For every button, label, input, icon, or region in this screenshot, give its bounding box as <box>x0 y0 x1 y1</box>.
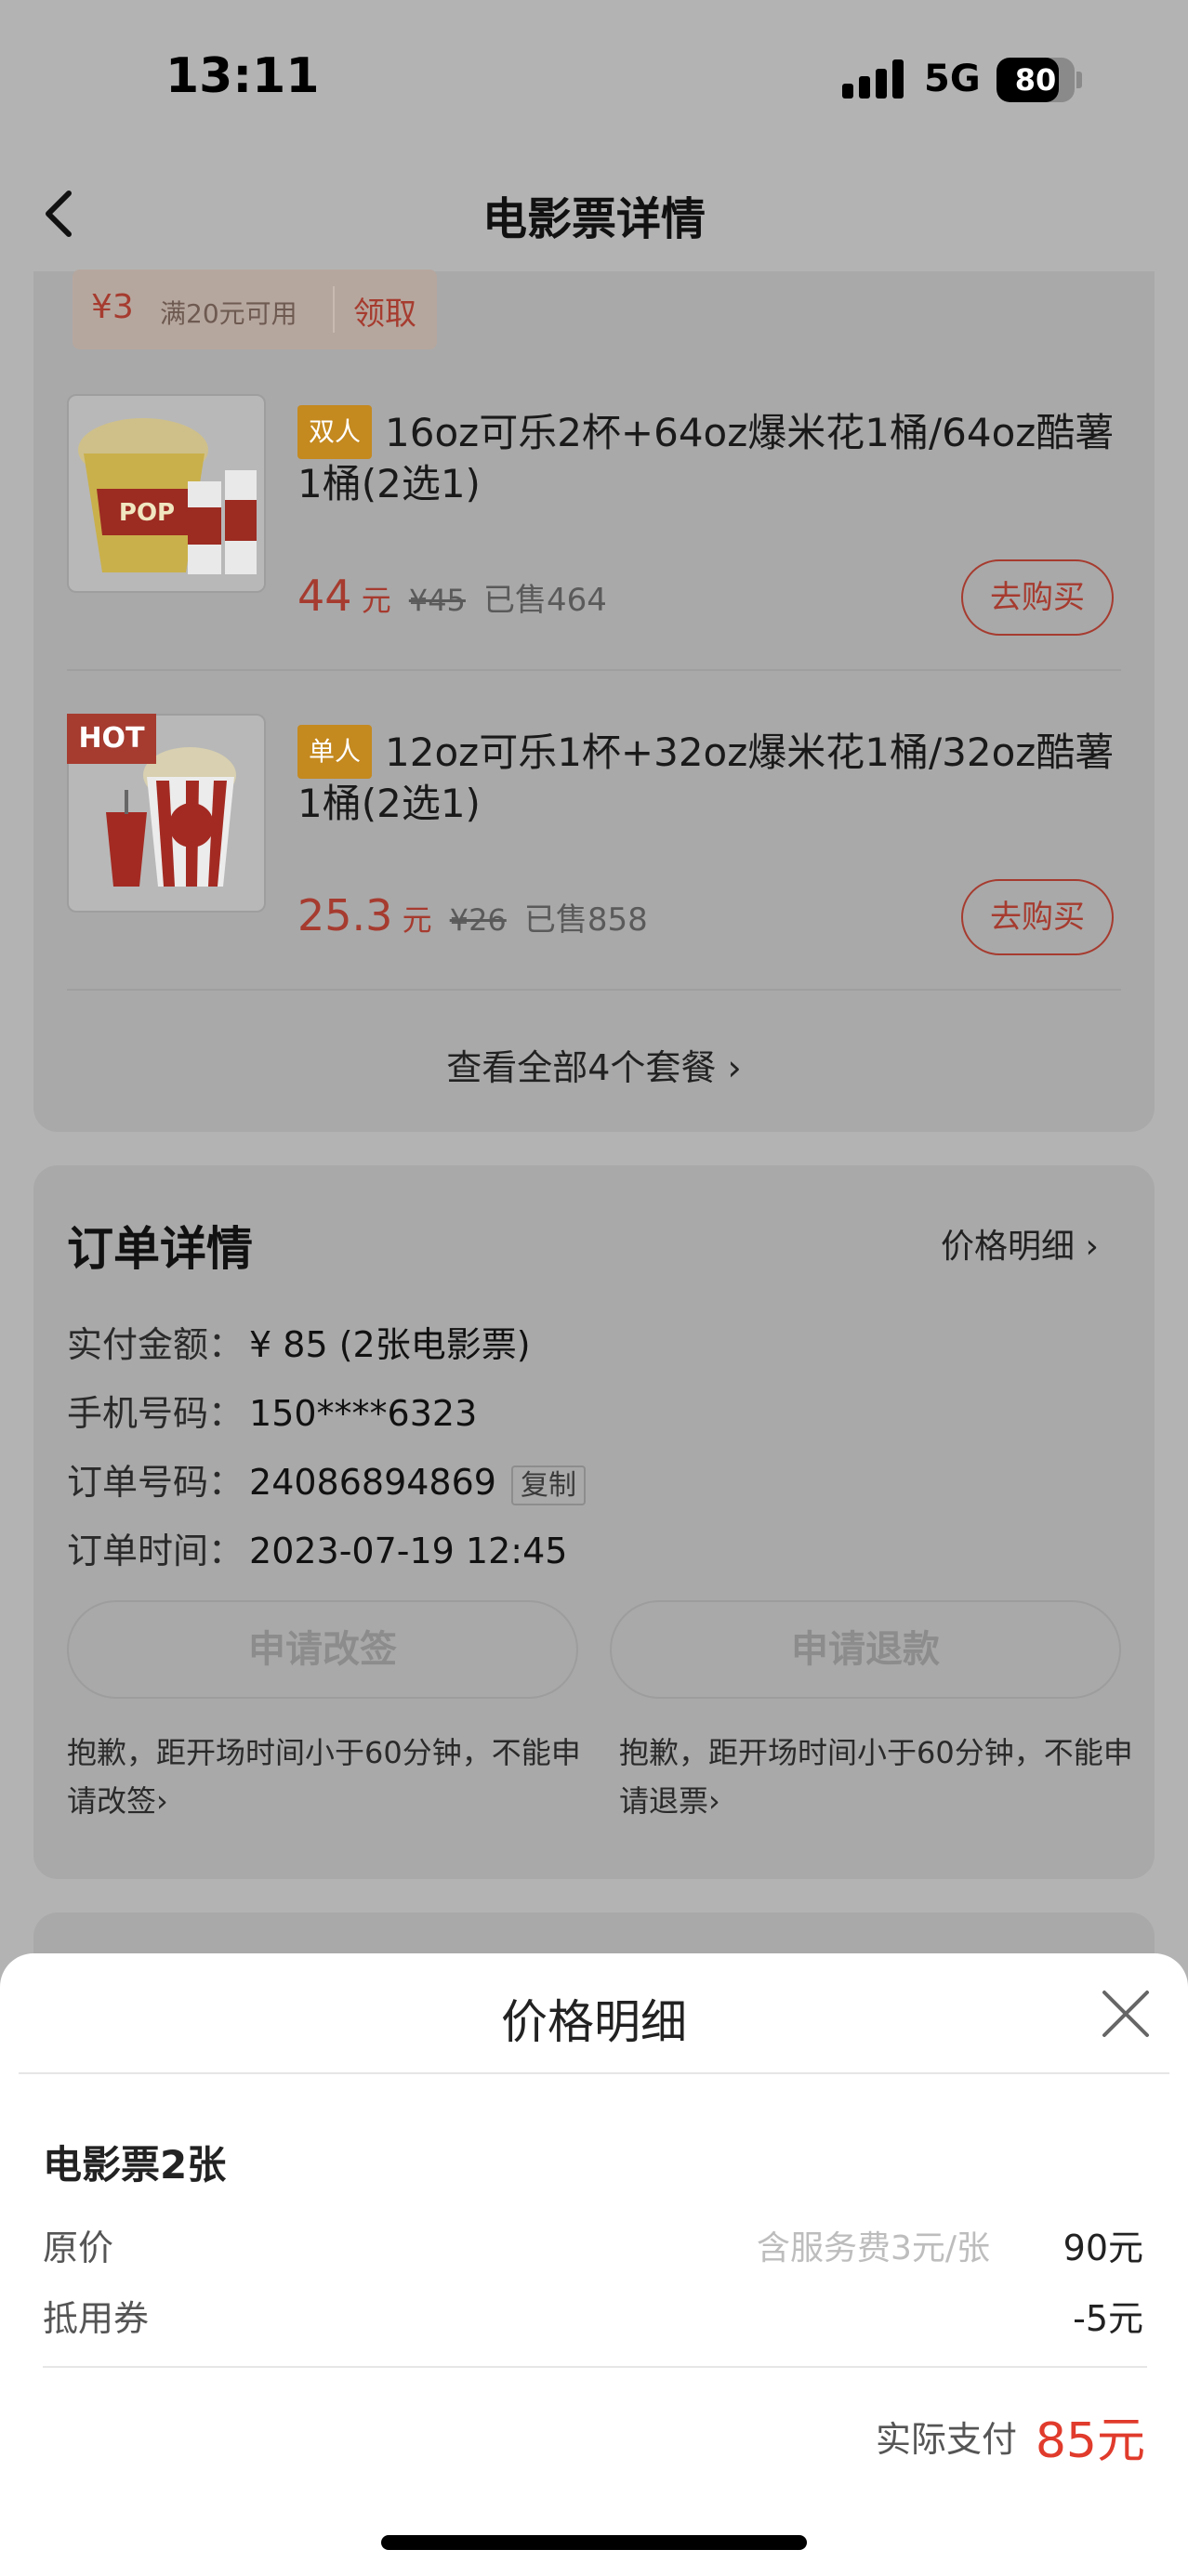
original-price-value: 90元 <box>1063 2228 1143 2268</box>
change-ticket-button[interactable]: 申请改签 <box>67 1600 578 1699</box>
coupon-chip[interactable]: ¥3 满20元可用 领取 <box>73 269 437 349</box>
signal-icon <box>842 59 904 99</box>
order-row: 手机号码： 150****6323 <box>67 1393 478 1434</box>
buy-button[interactable]: 去购买 <box>961 559 1114 636</box>
paid-amount: ¥ 85 (2张电影票) <box>249 1324 531 1365</box>
popcorn-double-icon: POP <box>78 418 257 574</box>
change-note[interactable]: 抱歉，距开场时间小于60分钟，不能申请改签› <box>67 1728 587 1825</box>
product-price: 44 元 <box>297 571 391 621</box>
product-price-row: 44 元 ¥45 已售464 <box>297 571 607 621</box>
order-row: 订单号码： 24086894869 复制 <box>67 1453 586 1505</box>
phone-number: 150****6323 <box>249 1393 478 1434</box>
battery-icon: 80 <box>997 58 1082 102</box>
order-time: 2023-07-19 12:45 <box>249 1531 568 1571</box>
divider <box>19 2072 1169 2074</box>
order-title: 订单详情 <box>67 1222 253 1276</box>
product-tag: 双人 <box>297 405 373 459</box>
product-name: 双人 16oz可乐2杯+64oz爆米花1桶/64oz酷薯1桶(2选1) <box>297 405 1115 509</box>
divider <box>43 2366 1147 2368</box>
home-indicator[interactable] <box>381 2535 807 2550</box>
order-number: 24086894869 <box>249 1462 496 1503</box>
coupon-amount: ¥3 <box>91 288 134 326</box>
service-fee-hint: 含服务费3元/张 <box>757 2229 991 2267</box>
divider <box>67 989 1121 991</box>
product-name: 单人 12oz可乐1杯+32oz爆米花1桶/32oz酷薯1桶(2选1) <box>297 725 1115 829</box>
status-time: 13:11 <box>165 48 320 104</box>
coupon-label: 抵用券 <box>43 2298 150 2339</box>
order-row: 订单时间： 2023-07-19 12:45 <box>67 1531 568 1571</box>
product-image[interactable]: POP <box>67 394 266 593</box>
chevron-right-icon: › <box>1085 1228 1099 1266</box>
product-price: 25.3 元 <box>297 890 432 940</box>
refund-note[interactable]: 抱歉，距开场时间小于60分钟，不能申请退票› <box>619 1728 1140 1825</box>
divider <box>67 669 1121 671</box>
buy-button[interactable]: 去购买 <box>961 879 1114 955</box>
close-icon <box>1102 1991 1149 2037</box>
sheet-title: 价格明细 <box>501 1995 687 2049</box>
original-price-label: 原价 <box>43 2228 114 2268</box>
close-button[interactable] <box>1099 1987 1153 2041</box>
battery-level: 80 <box>1014 62 1057 98</box>
view-all-packages[interactable]: 查看全部4个套餐 › <box>0 1039 1188 1090</box>
claim-coupon-button[interactable]: 领取 <box>353 288 416 334</box>
chevron-right-icon: › <box>727 1047 742 1088</box>
chevron-right-icon: › <box>708 1783 720 1819</box>
chevron-right-icon: › <box>156 1783 168 1819</box>
product-tag: 单人 <box>297 725 373 779</box>
svg-text:POP: POP <box>119 499 175 527</box>
product-price-row: 25.3 元 ¥26 已售858 <box>297 890 648 940</box>
actual-pay-value: 85元 <box>1035 2413 1145 2469</box>
product-sold: 已售858 <box>523 901 648 939</box>
product-old-price: ¥26 <box>449 902 507 938</box>
page-title: 电影票详情 <box>482 193 706 245</box>
coupon-value: -5元 <box>1073 2298 1143 2339</box>
refund-button[interactable]: 申请退款 <box>610 1600 1121 1699</box>
sheet-section-title: 电影票2张 <box>43 2142 227 2188</box>
product-old-price: ¥45 <box>408 583 466 618</box>
order-row: 实付金额： ¥ 85 (2张电影票) <box>67 1324 531 1365</box>
copy-button[interactable]: 复制 <box>510 1465 586 1505</box>
price-detail-link[interactable]: 价格明细 › <box>941 1219 1099 1268</box>
product-sold: 已售464 <box>483 582 607 619</box>
network-type: 5G <box>924 58 981 100</box>
hot-badge: HOT <box>67 714 156 764</box>
coupon-condition: 满20元可用 <box>160 298 297 329</box>
